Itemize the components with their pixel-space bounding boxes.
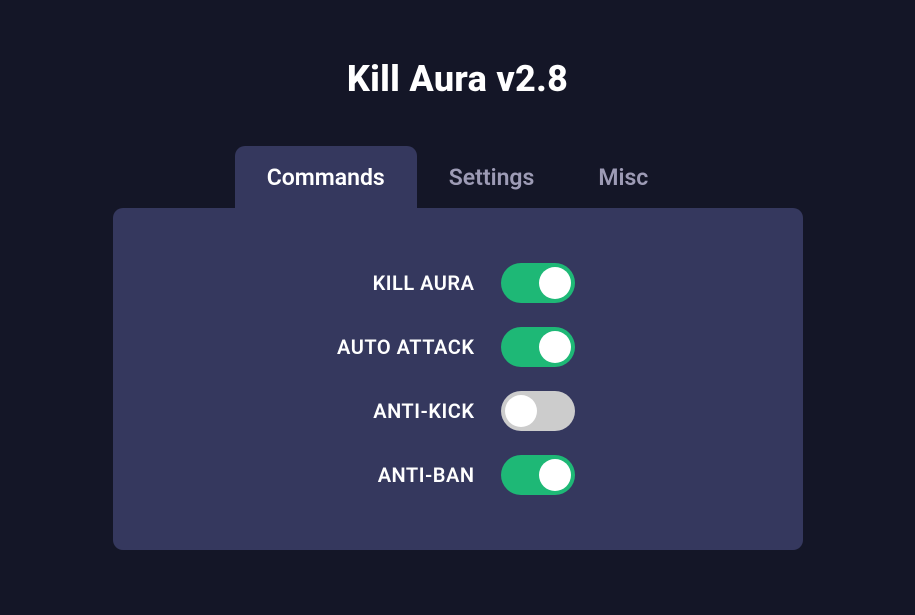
- option-row-auto-attack: AUTO ATTACK: [113, 327, 803, 367]
- tab-misc[interactable]: Misc: [566, 146, 680, 209]
- tab-settings-label: Settings: [449, 164, 535, 191]
- option-row-anti-ban: ANTI-BAN: [113, 455, 803, 495]
- tab-misc-label: Misc: [598, 164, 648, 191]
- toggle-knob-anti-ban: [539, 459, 571, 491]
- option-label-anti-ban: ANTI-BAN: [295, 463, 475, 487]
- tab-commands[interactable]: Commands: [235, 146, 417, 209]
- app-title: Kill Aura v2.8: [347, 58, 568, 100]
- tab-settings[interactable]: Settings: [417, 146, 567, 209]
- toggle-wrap-auto-attack: [501, 327, 621, 367]
- toggle-wrap-kill-aura: [501, 263, 621, 303]
- option-row-kill-aura: KILL AURA: [113, 263, 803, 303]
- toggle-auto-attack[interactable]: [501, 327, 575, 367]
- main-container: Kill Aura v2.8 Commands Settings Misc KI…: [0, 0, 915, 550]
- tab-bar: Commands Settings Misc: [235, 146, 681, 209]
- toggle-wrap-anti-ban: [501, 455, 621, 495]
- option-label-auto-attack: AUTO ATTACK: [295, 335, 475, 359]
- tab-commands-label: Commands: [267, 164, 385, 191]
- option-label-anti-kick: ANTI-KICK: [295, 399, 475, 423]
- commands-panel: KILL AURA AUTO ATTACK ANTI-KICK: [113, 208, 803, 550]
- option-label-kill-aura: KILL AURA: [295, 271, 475, 295]
- option-row-anti-kick: ANTI-KICK: [113, 391, 803, 431]
- toggle-knob-auto-attack: [539, 331, 571, 363]
- toggle-anti-kick[interactable]: [501, 391, 575, 431]
- toggle-wrap-anti-kick: [501, 391, 621, 431]
- toggle-anti-ban[interactable]: [501, 455, 575, 495]
- toggle-knob-anti-kick: [505, 395, 537, 427]
- toggle-kill-aura[interactable]: [501, 263, 575, 303]
- toggle-knob-kill-aura: [539, 267, 571, 299]
